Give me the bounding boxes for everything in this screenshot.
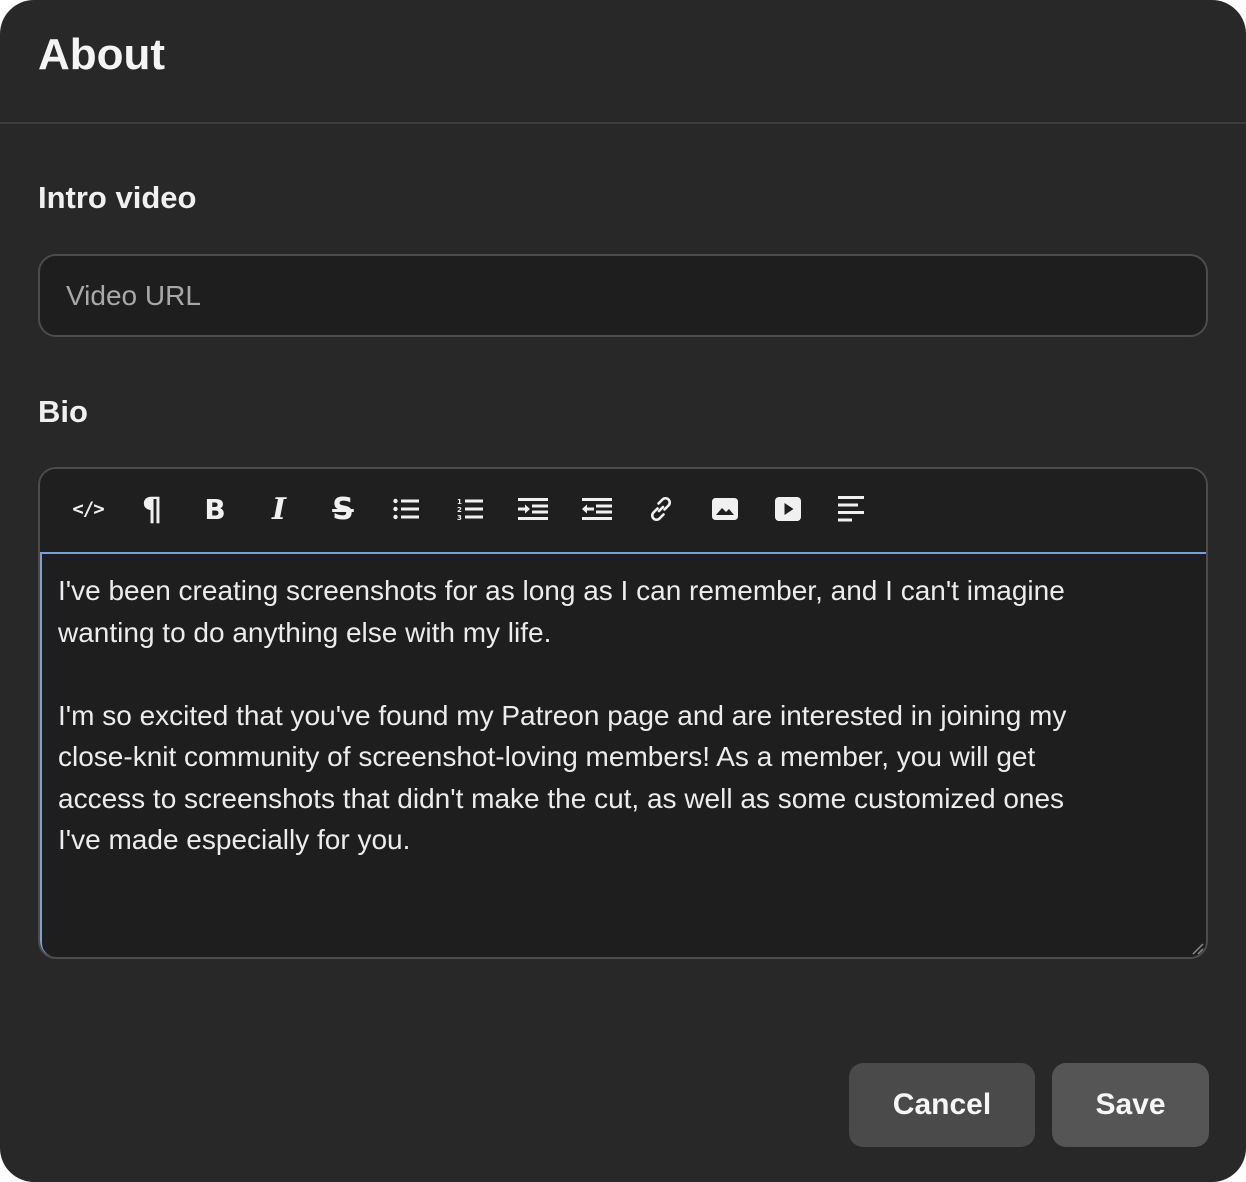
resize-handle-icon[interactable]	[1190, 941, 1204, 955]
image-icon	[712, 498, 738, 520]
video-embed-button[interactable]	[766, 487, 810, 531]
indent-button[interactable]	[511, 487, 555, 531]
editor-toolbar: </> ¶ B I S 1 2 3	[40, 469, 1206, 553]
strikethrough-button[interactable]: S	[321, 487, 365, 531]
paragraph-button[interactable]: ¶	[130, 487, 174, 531]
svg-text:1: 1	[457, 498, 462, 506]
dialog-title: About	[38, 30, 166, 79]
strikethrough-icon: S	[332, 491, 354, 527]
about-dialog: About Intro video Bio </> ¶ B I S	[0, 0, 1246, 1182]
outdent-icon	[582, 498, 612, 520]
link-icon	[650, 496, 672, 522]
italic-button[interactable]: I	[257, 487, 301, 531]
dialog-header: About	[0, 0, 1246, 124]
code-button[interactable]: </>	[66, 487, 110, 531]
code-icon: </>	[72, 498, 104, 520]
bullet-list-button[interactable]	[384, 487, 428, 531]
align-left-icon	[838, 496, 864, 522]
video-url-input[interactable]	[38, 254, 1208, 337]
bullet-list-icon	[393, 498, 419, 520]
bold-button[interactable]: B	[193, 487, 237, 531]
align-left-button[interactable]	[830, 487, 874, 531]
link-button[interactable]	[639, 487, 683, 531]
bio-label: Bio	[38, 394, 88, 429]
bold-icon: B	[204, 492, 226, 526]
indent-icon	[518, 498, 548, 520]
paragraph-icon: ¶	[141, 490, 163, 528]
svg-text:3: 3	[457, 514, 462, 521]
bio-text[interactable]: I've been creating screenshots for as lo…	[58, 570, 1178, 861]
bio-editor: </> ¶ B I S 1 2 3 I've been creating scr…	[38, 467, 1208, 959]
cancel-button[interactable]: Cancel	[849, 1063, 1035, 1147]
numbered-list-icon: 1 2 3	[457, 498, 483, 521]
intro-video-label: Intro video	[38, 180, 197, 215]
svg-text:2: 2	[457, 506, 462, 514]
save-button[interactable]: Save	[1052, 1063, 1209, 1147]
numbered-list-button[interactable]: 1 2 3	[448, 487, 492, 531]
bio-textarea[interactable]: I've been creating screenshots for as lo…	[40, 552, 1206, 957]
outdent-button[interactable]	[575, 487, 619, 531]
italic-icon: I	[271, 491, 287, 527]
video-icon	[775, 497, 801, 521]
image-button[interactable]	[703, 487, 747, 531]
